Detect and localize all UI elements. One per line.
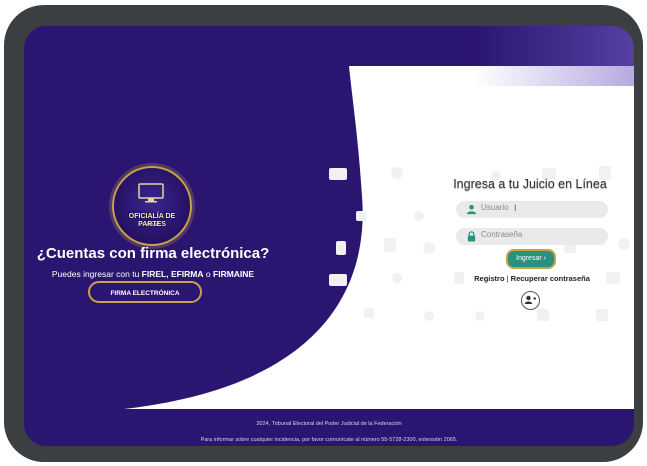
recuperar-contrasena-link[interactable]: Recuperar contraseña — [511, 274, 590, 283]
password-field[interactable]: Contraseña — [456, 228, 608, 245]
firma-text-prefix: Puedes ingresar con tu — [51, 269, 140, 279]
login-title: Ingresa a tu Juicio en Línea — [453, 177, 607, 191]
password-placeholder: Contraseña — [481, 230, 523, 239]
login-screen: OFICIALÍA DE PARTES virtual ¿Cuentas con… — [24, 26, 634, 446]
firma-heading: ¿Cuentas con firma electrónica? — [36, 245, 270, 262]
logo-subtitle: virtual — [145, 222, 159, 228]
username-field[interactable]: Usuario I — [456, 201, 608, 218]
monitor-icon — [138, 183, 164, 203]
username-placeholder: Usuario — [481, 203, 509, 212]
firma-description: Puedes ingresar con tu FIREL, EFIRMA o F… — [30, 269, 276, 279]
firma-electronica-button[interactable]: FIRMA ELECTRÓNICA — [88, 281, 202, 303]
firma-text-last: FIRMAINE — [213, 269, 255, 279]
footer-contact: Para informar sobre cualquier incidencia… — [200, 437, 458, 443]
link-separator: | — [506, 274, 509, 283]
ingresar-button[interactable]: Ingresar › — [506, 249, 556, 269]
lock-icon — [467, 231, 476, 242]
login-links: Registro | Recuperar contraseña — [464, 274, 600, 283]
device-bezel: OFICIALÍA DE PARTES virtual ¿Cuentas con… — [4, 5, 643, 462]
oficialia-logo: OFICIALÍA DE PARTES virtual — [112, 166, 192, 246]
footer-copyright: 2024, Tribunal Electoral del Poder Judic… — [256, 421, 402, 427]
user-add-button[interactable] — [521, 291, 540, 310]
corner-glow — [474, 26, 634, 86]
chevron-right-icon: › — [543, 255, 546, 262]
firma-text-options: FIREL, EFIRMA — [141, 269, 204, 279]
text-cursor-icon: I — [514, 203, 517, 213]
user-add-icon — [524, 295, 536, 304]
registro-link[interactable]: Registro — [474, 274, 504, 283]
user-icon — [466, 204, 477, 215]
ingresar-label: Ingresar — [516, 255, 542, 262]
firma-text-or: o — [205, 269, 211, 279]
